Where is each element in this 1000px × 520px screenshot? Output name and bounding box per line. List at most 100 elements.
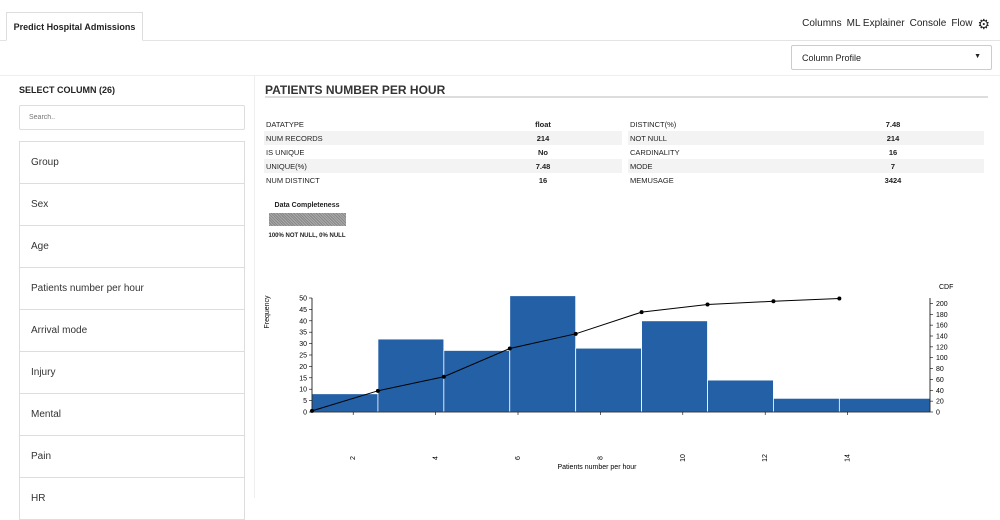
y-tick-label: 25 bbox=[299, 353, 307, 360]
x-axis-label: Patients number per hour bbox=[558, 464, 638, 471]
stat-label: IS UNIQUE bbox=[266, 147, 305, 157]
histogram-bar bbox=[838, 397, 931, 413]
histogram-bar bbox=[641, 320, 708, 413]
stats-row: DISTINCT(%) 7.48 bbox=[628, 117, 984, 131]
y-tick-label: 5 bbox=[303, 398, 307, 405]
view-select[interactable]: Column Profile ▼ bbox=[791, 45, 992, 70]
histogram-bar bbox=[443, 350, 511, 413]
search-input[interactable] bbox=[19, 105, 245, 130]
gear-icon[interactable]: ⚙ bbox=[977, 17, 990, 31]
stats-row: NUM RECORDS 214 bbox=[264, 131, 622, 145]
nav-ml-explainer[interactable]: ML Explainer bbox=[847, 18, 905, 29]
stats-row: UNIQUE(%) 7.48 bbox=[264, 159, 622, 173]
column-item-hr[interactable]: HR bbox=[20, 478, 244, 520]
cdf-point bbox=[573, 331, 578, 336]
x-tick-label: 8 bbox=[597, 456, 604, 460]
stat-value: 16 bbox=[888, 147, 898, 157]
x-tick-label: 14 bbox=[845, 454, 852, 462]
nav-flow[interactable]: Flow bbox=[951, 18, 972, 29]
stat-label: UNIQUE(%) bbox=[264, 159, 464, 173]
stat-label: NUM DISTINCT bbox=[266, 175, 320, 185]
completeness-title: Data Completeness bbox=[274, 202, 340, 209]
completeness-label: 100% NOT NULL, 0% NULL bbox=[268, 233, 346, 239]
y-tick-label: 35 bbox=[299, 330, 307, 337]
column-item-pain[interactable]: Pain bbox=[20, 436, 244, 478]
stat-value: 7.48 bbox=[885, 119, 901, 129]
nav-console[interactable]: Console bbox=[910, 18, 947, 29]
cdf-point bbox=[639, 310, 644, 315]
histogram-bar bbox=[773, 397, 840, 413]
histogram-bar bbox=[707, 379, 774, 413]
y-tick-label: 10 bbox=[299, 387, 307, 394]
stats-row: CARDINALITY 16 bbox=[628, 145, 984, 159]
stat-label: NUM RECORDS bbox=[264, 131, 464, 145]
top-bar: Predict Hospital Admissions Columns ML E… bbox=[0, 0, 1000, 41]
histogram-bar bbox=[575, 347, 642, 413]
stats-row: MEMUSAGE 3424 bbox=[628, 173, 984, 187]
stat-label: MEMUSAGE bbox=[630, 175, 674, 185]
y2-tick-label: 180 bbox=[936, 312, 948, 319]
stat-value: float bbox=[535, 119, 551, 129]
column-item-arrival-mode[interactable]: Arrival mode bbox=[20, 310, 244, 352]
page-title: PATIENTS NUMBER PER HOUR bbox=[265, 83, 988, 98]
stat-label: DISTINCT(%) bbox=[630, 119, 677, 129]
y-tick-label: 15 bbox=[299, 375, 307, 382]
y2-tick-label: 60 bbox=[936, 377, 944, 384]
column-list: Group Sex Age Patients number per hour A… bbox=[19, 141, 245, 520]
stats-row: MODE 7 bbox=[628, 159, 984, 173]
y2-tick-label: 0 bbox=[936, 410, 940, 417]
cdf-point bbox=[837, 296, 842, 301]
stat-value: 7.48 bbox=[464, 159, 622, 173]
y-tick-label: 30 bbox=[299, 341, 307, 348]
stat-value: No bbox=[538, 147, 548, 157]
divider bbox=[0, 75, 1000, 76]
view-select-value: Column Profile bbox=[802, 53, 862, 63]
completeness-bar bbox=[268, 213, 346, 226]
y2-axis-label: CDF bbox=[939, 284, 953, 291]
histogram-chart: 0 5 10 15 20 25 30 35 40 45 50 0 20 40 60 80 100 120 140 16… bbox=[264, 284, 953, 471]
stats-row: NUM DISTINCT 16 bbox=[264, 173, 622, 187]
histogram-bar bbox=[509, 295, 577, 413]
tab-predict-hospital-admissions[interactable]: Predict Hospital Admissions bbox=[6, 12, 143, 41]
y-axis-label: Frequency bbox=[264, 295, 271, 329]
cdf-point bbox=[771, 299, 776, 304]
vertical-divider bbox=[254, 76, 255, 498]
x-tick-label: 6 bbox=[515, 456, 522, 460]
stat-value: 7 bbox=[802, 159, 984, 173]
stat-label: NOT NULL bbox=[628, 131, 802, 145]
stat-value: 214 bbox=[464, 131, 622, 145]
stats-table-left: DATATYPE float NUM RECORDS 214 IS UNIQUE No… bbox=[264, 117, 622, 187]
stat-value: 214 bbox=[802, 131, 984, 145]
cdf-point bbox=[705, 302, 710, 307]
cdf-point bbox=[441, 374, 446, 379]
cdf-point bbox=[507, 346, 512, 351]
data-completeness: Data Completeness 100% NOT NULL, 0% NULL bbox=[266, 202, 348, 242]
y-tick-label: 50 bbox=[299, 296, 307, 303]
y-tick-label: 45 bbox=[299, 307, 307, 314]
histogram-bar bbox=[377, 338, 445, 413]
cdf-point bbox=[310, 408, 314, 413]
column-item-patients-number-per-hour[interactable]: Patients number per hour bbox=[20, 268, 244, 310]
y2-tick-label: 80 bbox=[936, 366, 944, 373]
stat-label: DATATYPE bbox=[266, 119, 304, 129]
x-tick-label: 2 bbox=[350, 456, 357, 460]
y-tick-label: 40 bbox=[299, 318, 307, 325]
column-item-age[interactable]: Age bbox=[20, 226, 244, 268]
column-item-sex[interactable]: Sex bbox=[20, 184, 244, 226]
sidebar-title: SELECT COLUMN (26) bbox=[19, 85, 116, 95]
column-item-injury[interactable]: Injury bbox=[20, 352, 244, 394]
cdf-point bbox=[375, 388, 380, 393]
column-item-group[interactable]: Group bbox=[20, 142, 244, 184]
x-tick-label: 4 bbox=[433, 456, 440, 460]
y2-tick-label: 160 bbox=[936, 323, 948, 330]
nav-columns[interactable]: Columns bbox=[802, 18, 841, 29]
stat-value: 16 bbox=[538, 175, 548, 185]
x-tick-label: 12 bbox=[762, 454, 769, 462]
y-tick-label: 0 bbox=[303, 410, 307, 417]
y2-tick-label: 100 bbox=[936, 355, 948, 362]
y-tick-label: 20 bbox=[299, 364, 307, 371]
y2-tick-label: 120 bbox=[936, 344, 948, 351]
column-item-mental[interactable]: Mental bbox=[20, 394, 244, 436]
stat-label: MODE bbox=[628, 159, 802, 173]
stat-label: CARDINALITY bbox=[630, 147, 680, 157]
